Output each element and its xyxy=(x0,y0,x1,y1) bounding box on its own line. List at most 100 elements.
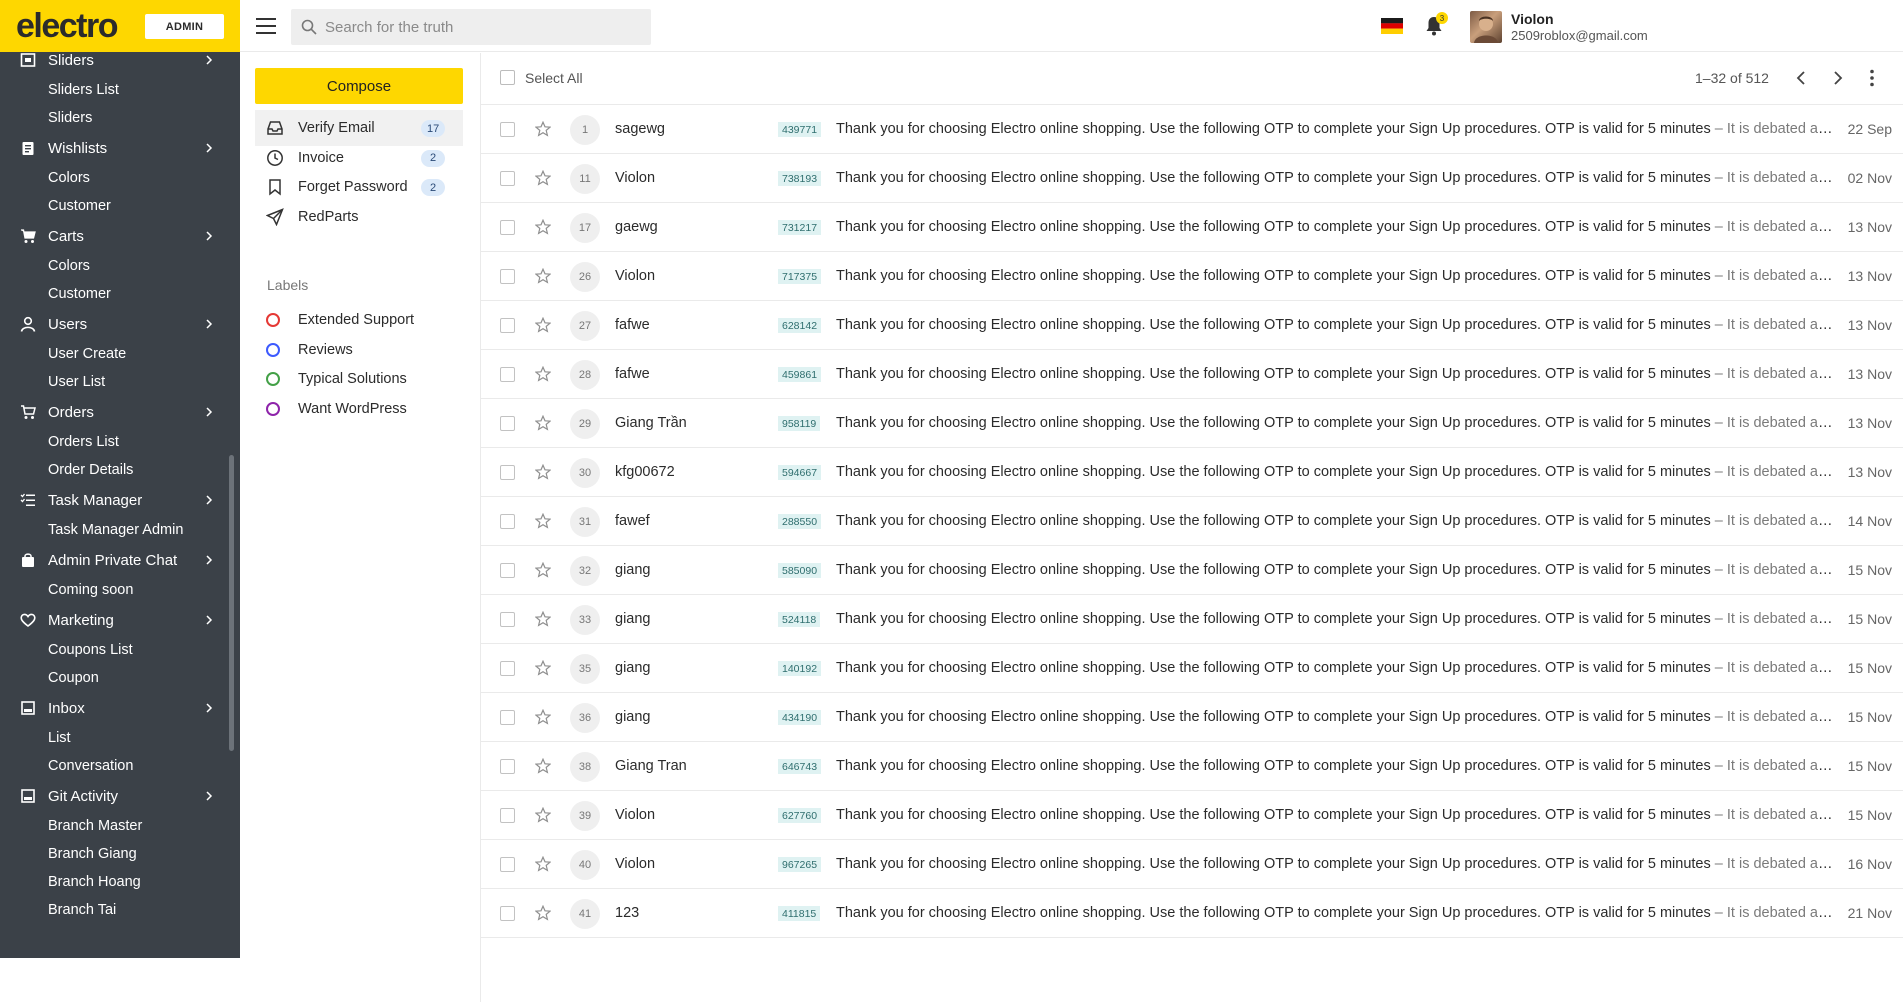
hamburger-menu-icon[interactable] xyxy=(256,17,276,35)
row-checkbox[interactable] xyxy=(500,318,515,333)
avatar[interactable] xyxy=(1470,11,1502,43)
sidebar-subitem-coupon[interactable]: Coupon xyxy=(0,664,228,692)
row-checkbox[interactable] xyxy=(500,906,515,921)
sidebar-item-orders[interactable]: Orders xyxy=(0,396,228,428)
star-icon[interactable] xyxy=(534,218,552,235)
row-checkbox[interactable] xyxy=(500,122,515,137)
search-input[interactable] xyxy=(325,18,625,36)
sidebar-subitem-conversation[interactable]: Conversation xyxy=(0,752,228,780)
star-icon[interactable] xyxy=(534,414,552,431)
row-checkbox[interactable] xyxy=(500,857,515,872)
user-name[interactable]: Violon xyxy=(1511,11,1554,27)
more-vertical-icon[interactable] xyxy=(1869,69,1875,87)
mail-row[interactable]: 36 giang 434190 Thank you for choosing Elec… xyxy=(481,693,1903,742)
sidebar-subitem-orders-list[interactable]: Orders List xyxy=(0,428,228,456)
star-icon[interactable] xyxy=(534,904,552,921)
sidebar-subitem-branch-giang[interactable]: Branch Giang xyxy=(0,840,228,868)
mail-row[interactable]: 11 Violon 738193 Thank you for choosing Ele… xyxy=(481,154,1903,203)
row-checkbox[interactable] xyxy=(500,612,515,627)
star-icon[interactable] xyxy=(534,120,552,137)
sidebar-item-task-manager[interactable]: Task Manager xyxy=(0,484,228,516)
row-checkbox[interactable] xyxy=(500,514,515,529)
row-checkbox[interactable] xyxy=(500,269,515,284)
row-checkbox[interactable] xyxy=(500,661,515,676)
star-icon[interactable] xyxy=(534,855,552,872)
row-checkbox[interactable] xyxy=(500,710,515,725)
sidebar-subitem-branch-tai[interactable]: Branch Tai xyxy=(0,896,228,924)
sidebar-item-users[interactable]: Users xyxy=(0,308,228,340)
select-all-label[interactable]: Select All xyxy=(525,70,583,86)
mail-row[interactable]: 29 Giang Trần 958119 Thank you for choosing… xyxy=(481,399,1903,448)
star-icon[interactable] xyxy=(534,561,552,578)
star-icon[interactable] xyxy=(534,316,552,333)
chevron-right-icon[interactable] xyxy=(1828,69,1846,87)
star-icon[interactable] xyxy=(534,757,552,774)
mail-row[interactable]: 40 Violon 967265 Thank you for choosing Ele… xyxy=(481,840,1903,889)
star-icon[interactable] xyxy=(534,267,552,284)
star-icon[interactable] xyxy=(534,512,552,529)
mail-row[interactable]: 41 123 411815 Thank you for choosing Electr… xyxy=(481,889,1903,938)
star-icon[interactable] xyxy=(534,463,552,480)
sidebar-subitem-order-details[interactable]: Order Details xyxy=(0,456,228,484)
sidebar-subitem-branch-hoang[interactable]: Branch Hoang xyxy=(0,868,228,896)
sidebar-item-git-activity[interactable]: Git Activity xyxy=(0,780,228,812)
sidebar-subitem-task-manager-admin[interactable]: Task Manager Admin xyxy=(0,516,228,544)
sidebar-subitem-user-list[interactable]: User List xyxy=(0,368,228,396)
star-icon[interactable] xyxy=(534,169,552,186)
row-checkbox[interactable] xyxy=(500,808,515,823)
sidebar-subitem-colors[interactable]: Colors xyxy=(0,164,228,192)
mail-row[interactable]: 28 fafwe 459861 Thank you for choosing Elec… xyxy=(481,350,1903,399)
row-checkbox[interactable] xyxy=(500,220,515,235)
chevron-right-icon xyxy=(202,789,216,803)
select-all-checkbox[interactable] xyxy=(500,70,515,85)
folder-redparts[interactable]: RedParts xyxy=(255,199,463,235)
sidebar-scrollbar[interactable] xyxy=(229,455,234,751)
row-checkbox[interactable] xyxy=(500,759,515,774)
sidebar-subitem-user-create[interactable]: User Create xyxy=(0,340,228,368)
sidebar-item-wishlists[interactable]: Wishlists xyxy=(0,132,228,164)
sidebar-subitem-sliders-list[interactable]: Sliders List xyxy=(0,76,228,104)
brand-logo[interactable]: electro xyxy=(16,9,119,43)
sidebar-subitem-colors[interactable]: Colors xyxy=(0,252,228,280)
mail-row[interactable]: 26 Violon 717375 Thank you for choosing Ele… xyxy=(481,252,1903,301)
mail-row[interactable]: 35 giang 140192 Thank you for choosing Elec… xyxy=(481,644,1903,693)
sidebar-item-inbox[interactable]: Inbox xyxy=(0,692,228,724)
sidebar-subitem-customer[interactable]: Customer xyxy=(0,280,228,308)
star-icon[interactable] xyxy=(534,610,552,627)
star-icon[interactable] xyxy=(534,806,552,823)
mail-row[interactable]: 31 fawef 288550 Thank you for choosing Elec… xyxy=(481,497,1903,546)
sidebar-subitem-sliders[interactable]: Sliders xyxy=(0,104,228,132)
sidebar-item-marketing[interactable]: Marketing xyxy=(0,604,228,636)
message-date: 13 Nov xyxy=(1847,219,1892,235)
mail-row[interactable]: 17 gaewg 731217 Thank you for choosing Elec… xyxy=(481,203,1903,252)
message-snippet: Thank you for choosing Electro online sh… xyxy=(836,856,1839,872)
label-want-wordpress[interactable]: Want WordPress xyxy=(255,391,463,427)
row-checkbox[interactable] xyxy=(500,465,515,480)
row-checkbox[interactable] xyxy=(500,416,515,431)
mail-row[interactable]: 27 fafwe 628142 Thank you for choosing Elec… xyxy=(481,301,1903,350)
mail-row[interactable]: 30 kfg00672 594667 Thank you for choosing E… xyxy=(481,448,1903,497)
mail-row[interactable]: 32 giang 585090 Thank you for choosing Elec… xyxy=(481,546,1903,595)
star-icon[interactable] xyxy=(534,659,552,676)
mail-row[interactable]: 33 giang 524118 Thank you for choosing Elec… xyxy=(481,595,1903,644)
mail-row[interactable]: 39 Violon 627760 Thank you for choosing Ele… xyxy=(481,791,1903,840)
sidebar-item-carts[interactable]: Carts xyxy=(0,220,228,252)
mail-row[interactable]: 1 sagewg 439771 Thank you for choosing Elec… xyxy=(481,105,1903,154)
star-icon[interactable] xyxy=(534,708,552,725)
sidebar-subitem-branch-master[interactable]: Branch Master xyxy=(0,812,228,840)
sidebar-item-admin-private-chat[interactable]: Admin Private Chat xyxy=(0,544,228,576)
chevron-left-icon[interactable] xyxy=(1793,69,1811,87)
star-icon[interactable] xyxy=(534,365,552,382)
row-checkbox[interactable] xyxy=(500,367,515,382)
compose-button[interactable]: Compose xyxy=(255,68,463,104)
germany-flag-icon[interactable] xyxy=(1381,18,1403,34)
sidebar-subitem-list[interactable]: List xyxy=(0,724,228,752)
sidebar-subitem-customer[interactable]: Customer xyxy=(0,192,228,220)
sidebar-subitem-coming-soon[interactable]: Coming soon xyxy=(0,576,228,604)
sidebar-item-label: Users xyxy=(48,315,88,333)
message-date: 15 Nov xyxy=(1847,758,1892,774)
mail-row[interactable]: 38 Giang Tran 646743 Thank you for choosing… xyxy=(481,742,1903,791)
row-checkbox[interactable] xyxy=(500,563,515,578)
row-checkbox[interactable] xyxy=(500,171,515,186)
sidebar-subitem-coupons-list[interactable]: Coupons List xyxy=(0,636,228,664)
